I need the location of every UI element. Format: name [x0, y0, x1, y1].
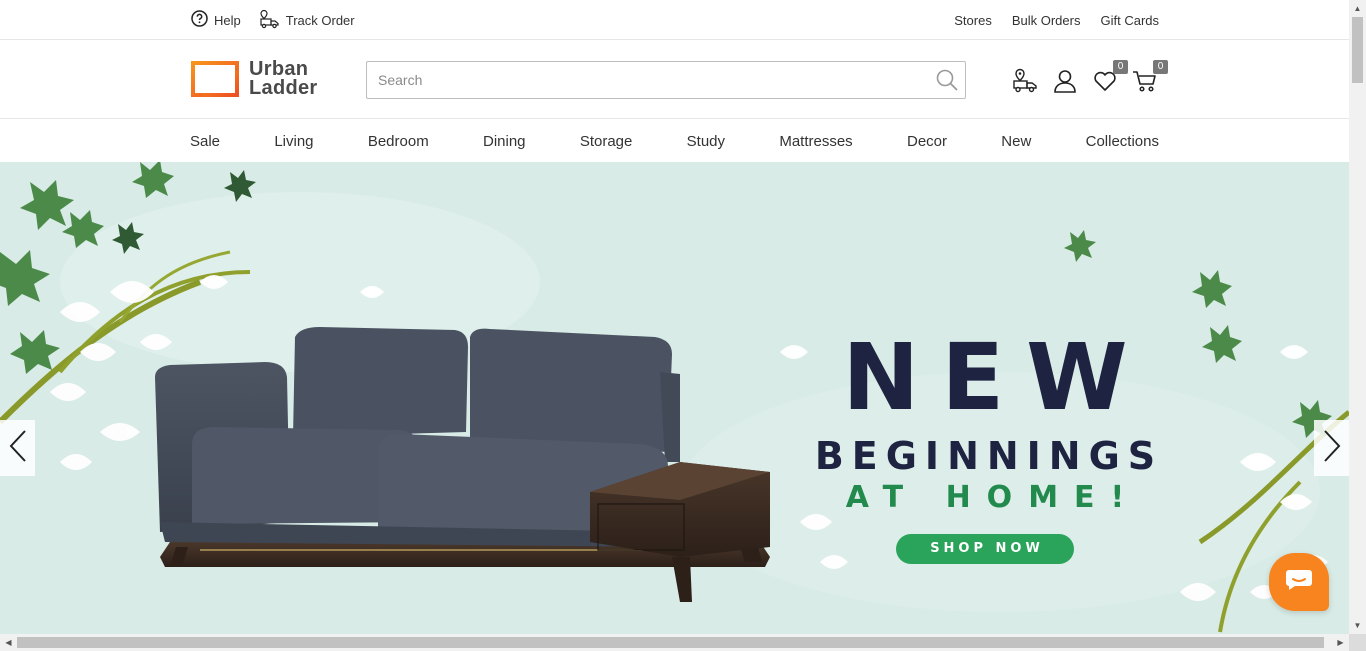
- shop-now-button[interactable]: SHOP NOW: [896, 534, 1074, 564]
- chat-bubble-icon: [1285, 568, 1313, 597]
- wishlist-count-badge: 0: [1113, 60, 1128, 74]
- hero-subheadline: BEGINNINGS: [814, 434, 1164, 478]
- stores-link[interactable]: Stores: [954, 13, 992, 28]
- hero-banner[interactable]: NEW BEGINNINGS AT HOME! SHOP NOW: [0, 162, 1349, 634]
- urban-ladder-logo[interactable]: Urban Ladder: [191, 59, 317, 99]
- nav-item-dining[interactable]: Dining: [483, 133, 526, 150]
- horizontal-scroll-thumb[interactable]: [17, 637, 1324, 648]
- user-icon[interactable]: [1052, 68, 1078, 94]
- search-input[interactable]: [367, 62, 927, 98]
- scroll-right-arrow-icon[interactable]: ▶: [1332, 634, 1349, 651]
- help-label: Help: [214, 12, 241, 28]
- category-list: Sale Living Bedroom Dining Storage Study…: [190, 120, 1159, 162]
- chevron-left-icon: [9, 429, 27, 468]
- category-nav: Sale Living Bedroom Dining Storage Study…: [0, 120, 1349, 162]
- horizontal-scrollbar[interactable]: ◀ ▶: [0, 634, 1349, 651]
- nav-item-mattresses[interactable]: Mattresses: [779, 133, 852, 150]
- search-icon[interactable]: [935, 68, 959, 92]
- truck-location-icon[interactable]: [1012, 68, 1038, 94]
- cart-count-badge: 0: [1153, 60, 1168, 74]
- hero-tagline: AT HOME!: [845, 480, 1141, 515]
- nav-item-collections[interactable]: Collections: [1086, 133, 1159, 150]
- nav-item-sale[interactable]: Sale: [190, 133, 220, 150]
- hero-text-block: NEW BEGINNINGS AT HOME! SHOP NOW: [780, 332, 1190, 564]
- logo-mark-icon: [191, 61, 239, 97]
- scroll-down-arrow-icon[interactable]: ▼: [1349, 617, 1366, 634]
- help-circle-icon: [191, 10, 208, 30]
- nav-item-bedroom[interactable]: Bedroom: [368, 133, 429, 150]
- nav-item-storage[interactable]: Storage: [580, 133, 633, 150]
- top-utility-bar: Help Track Order Stores Bulk Orders Gift…: [0, 0, 1349, 40]
- gift-cards-link[interactable]: Gift Cards: [1100, 13, 1159, 28]
- main-header: Urban Ladder 0 0: [0, 41, 1349, 119]
- scroll-left-arrow-icon[interactable]: ◀: [0, 634, 17, 651]
- topbar-right-links: Stores Bulk Orders Gift Cards: [954, 0, 1159, 40]
- nav-item-new[interactable]: New: [1001, 133, 1031, 150]
- carousel-prev-button[interactable]: [0, 420, 35, 476]
- track-order-link[interactable]: Track Order: [259, 9, 355, 32]
- header-icons: 0 0: [1012, 60, 1168, 95]
- logo-line-2: Ladder: [249, 77, 318, 99]
- topbar-left-links: Help Track Order: [191, 0, 355, 40]
- nav-item-study[interactable]: Study: [687, 133, 725, 150]
- chevron-right-icon: [1323, 429, 1341, 468]
- cart-icon[interactable]: 0: [1132, 60, 1168, 94]
- delivery-truck-icon: [259, 9, 280, 32]
- help-link[interactable]: Help: [191, 10, 241, 30]
- nav-item-living[interactable]: Living: [274, 133, 313, 150]
- vertical-scrollbar[interactable]: ▲ ▼: [1349, 0, 1366, 634]
- nav-item-decor[interactable]: Decor: [907, 133, 947, 150]
- track-order-label: Track Order: [285, 12, 355, 28]
- scroll-up-arrow-icon[interactable]: ▲: [1349, 0, 1366, 17]
- vertical-scroll-thumb[interactable]: [1352, 17, 1363, 83]
- logo-wordmark: Urban Ladder: [249, 59, 318, 99]
- heart-icon[interactable]: 0: [1092, 60, 1128, 94]
- search-box: [366, 61, 966, 99]
- chat-widget-button[interactable]: [1269, 553, 1329, 611]
- scrollbar-corner: [1349, 634, 1366, 651]
- hero-headline: NEW: [842, 324, 1150, 431]
- carousel-next-button[interactable]: [1314, 420, 1349, 476]
- bulk-orders-link[interactable]: Bulk Orders: [1012, 13, 1081, 28]
